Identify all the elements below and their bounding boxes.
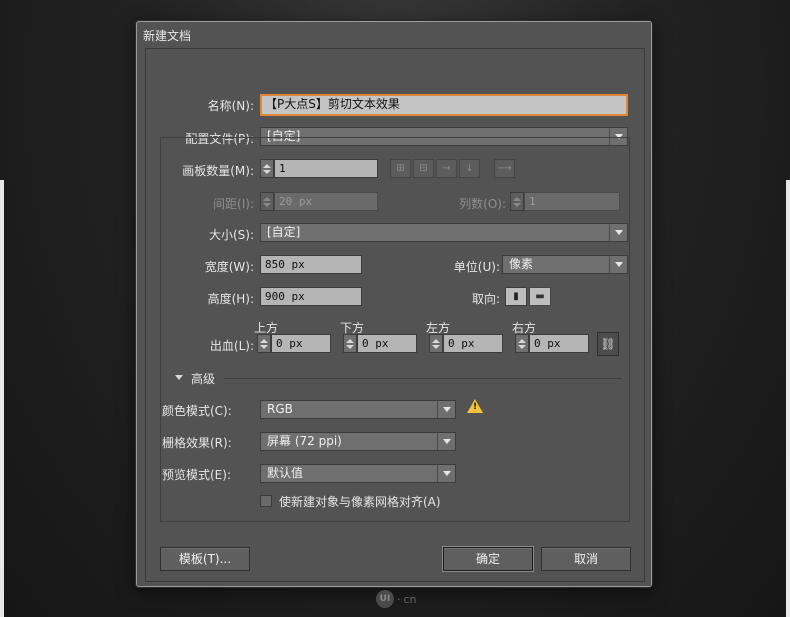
- new-document-dialog: 新建文档 名称(N): 【P大点S】剪切文本效果 配置文件(P): [自定] 画…: [136, 21, 652, 587]
- height-input[interactable]: 900 px: [260, 287, 362, 306]
- artboards-stepper[interactable]: [260, 159, 274, 178]
- size-value: [自定]: [267, 225, 301, 239]
- advanced-label[interactable]: 高级: [191, 370, 215, 387]
- columns-input[interactable]: 1: [524, 192, 620, 211]
- height-label: 高度(H):: [207, 292, 254, 306]
- align-pixel-grid-checkbox[interactable]: [260, 495, 272, 507]
- columns-stepper[interactable]: [510, 192, 524, 211]
- chevron-down-icon: [437, 465, 455, 482]
- units-value: 像素: [509, 257, 534, 271]
- preview-mode-label: 预览模式(E):: [162, 468, 231, 482]
- raster-effects-select[interactable]: 屏幕 (72 ppi): [260, 432, 456, 451]
- advanced-collapse-icon[interactable]: [175, 375, 183, 380]
- watermark-logo: UI: [376, 590, 394, 608]
- bleed-left-stepper[interactable]: [429, 334, 443, 353]
- spacing-label: 间距(I):: [213, 197, 254, 211]
- orientation-label: 取向:: [471, 292, 500, 306]
- width-input[interactable]: 850 px: [260, 255, 362, 274]
- landscape-icon[interactable]: ▬: [529, 287, 551, 306]
- bleed-left-input[interactable]: 0 px: [443, 334, 503, 353]
- chevron-down-icon: [437, 433, 455, 450]
- units-select[interactable]: 像素: [502, 255, 628, 274]
- artboards-input[interactable]: 1: [274, 159, 378, 178]
- grid-by-column-icon[interactable]: ⊟: [413, 159, 434, 178]
- watermark: UI · cn: [376, 590, 417, 608]
- dialog-title: 新建文档: [143, 29, 192, 43]
- color-mode-select[interactable]: RGB: [260, 400, 456, 419]
- bleed-bottom-stepper[interactable]: [343, 334, 357, 353]
- bleed-right-input[interactable]: 0 px: [529, 334, 589, 353]
- preview-mode-select[interactable]: 默认值: [260, 464, 456, 483]
- background-edge-left: [0, 180, 4, 617]
- name-label: 名称(N):: [207, 99, 254, 113]
- bleed-top-input[interactable]: 0 px: [271, 334, 331, 353]
- arrange-by-column-icon[interactable]: ↓: [459, 159, 480, 178]
- templates-button[interactable]: 模板(T)...: [160, 547, 250, 571]
- raster-effects-value: 屏幕 (72 ppi): [267, 434, 342, 448]
- bleed-top-stepper[interactable]: [257, 334, 271, 353]
- chevron-down-icon: [609, 256, 627, 273]
- spacing-stepper[interactable]: [260, 192, 274, 211]
- chain-link-icon[interactable]: ⛓: [597, 332, 619, 356]
- bleed-bottom-input[interactable]: 0 px: [357, 334, 417, 353]
- spacing-input[interactable]: 20 px: [274, 192, 378, 211]
- align-pixel-grid-label[interactable]: 使新建对象与像素网格对齐(A): [279, 493, 441, 510]
- preview-mode-value: 默认值: [267, 466, 304, 480]
- ok-button[interactable]: 确定: [443, 547, 533, 571]
- bleed-label: 出血(L):: [209, 339, 254, 353]
- right-to-left-arrow-icon[interactable]: ⟶: [494, 159, 515, 178]
- artboards-label: 画板数量(M):: [182, 164, 254, 178]
- width-label: 宽度(W):: [204, 260, 254, 274]
- watermark-text: cn: [403, 592, 417, 606]
- size-select[interactable]: [自定]: [260, 223, 628, 242]
- color-mode-label: 颜色模式(C):: [162, 404, 232, 418]
- columns-label: 列数(O):: [459, 197, 506, 211]
- cancel-button[interactable]: 取消: [541, 547, 631, 571]
- bleed-right-stepper[interactable]: [515, 334, 529, 353]
- background-edge-right: [786, 180, 790, 617]
- portrait-icon[interactable]: ▮: [505, 287, 527, 306]
- arrange-by-row-icon[interactable]: →: [436, 159, 457, 178]
- name-input[interactable]: 【P大点S】剪切文本效果: [260, 94, 628, 116]
- chevron-down-icon: [609, 224, 627, 241]
- advanced-divider: [224, 378, 622, 379]
- raster-effects-label: 栅格效果(R):: [162, 436, 232, 450]
- size-label: 大小(S):: [208, 228, 254, 242]
- warning-icon: !: [467, 399, 483, 413]
- color-mode-value: RGB: [267, 402, 293, 416]
- units-label: 单位(U):: [453, 260, 500, 274]
- grid-by-row-icon[interactable]: ⊞: [390, 159, 411, 178]
- chevron-down-icon: [437, 401, 455, 418]
- dialog-body: 名称(N): 【P大点S】剪切文本效果 配置文件(P): [自定] 画板数量(M…: [145, 48, 645, 582]
